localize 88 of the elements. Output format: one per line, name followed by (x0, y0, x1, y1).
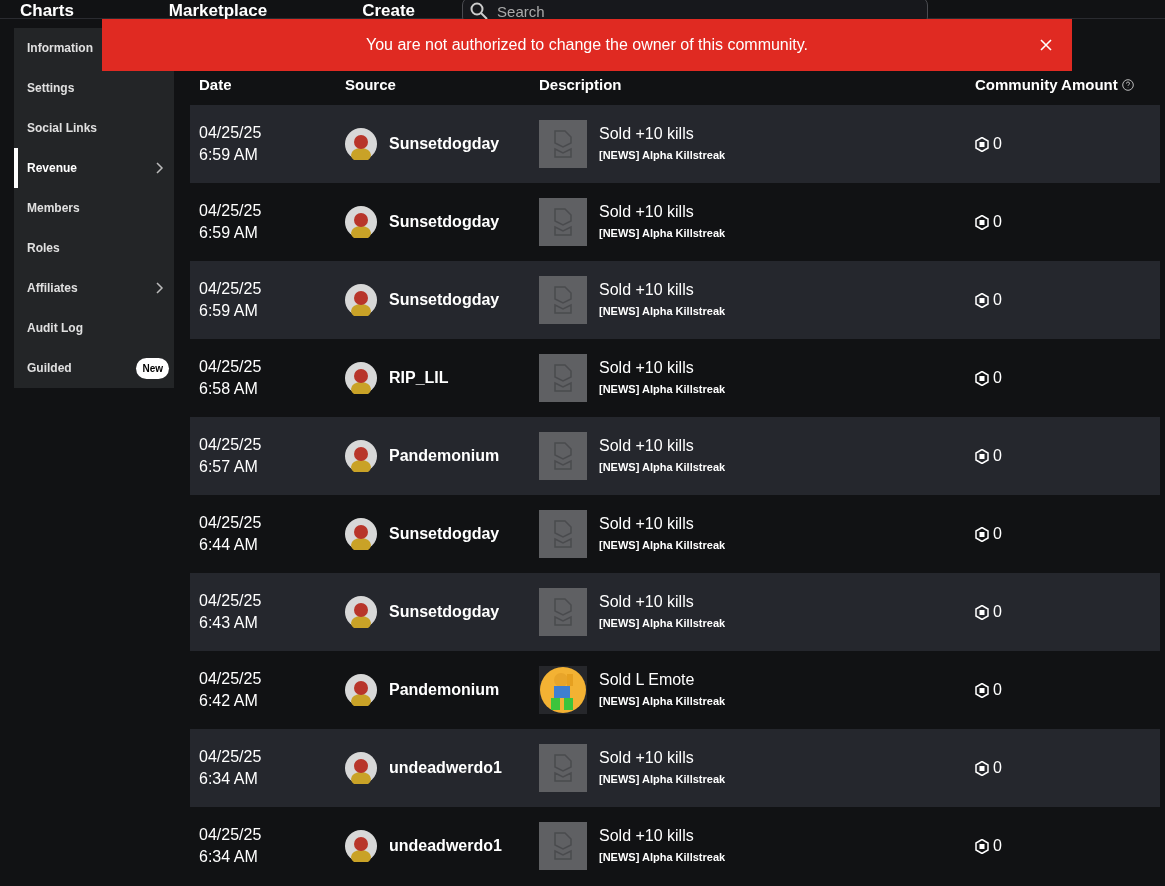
username-link[interactable]: RIP_LIL (389, 366, 449, 390)
amount-text: 0 (993, 212, 1002, 232)
amount-text: 0 (993, 524, 1002, 544)
robux-icon (975, 292, 989, 308)
sidebar-item[interactable]: Settings (14, 68, 174, 108)
item-title: Sold +10 kills (599, 748, 695, 768)
sidebar-item[interactable]: Social Links (14, 108, 174, 148)
username-link[interactable]: Pandemonium (389, 444, 500, 468)
time-text: 6:43 AM (199, 613, 259, 633)
nav-link[interactable]: Charts (20, 0, 74, 24)
new-badge: New (136, 357, 169, 379)
item-title: Sold L Emote (599, 670, 696, 690)
time-text: 6:34 AM (199, 769, 259, 789)
robux-icon (975, 760, 989, 776)
item-subtitle: [NEWS] Alpha Killstreak (599, 772, 726, 787)
date-text: 04/25/25 (199, 669, 263, 689)
robux-icon (975, 682, 989, 698)
time-text: 6:58 AM (199, 379, 259, 399)
time-text: 6:59 AM (199, 301, 259, 321)
item-title: Sold +10 kills (599, 514, 695, 534)
username-link[interactable]: undeadwerdo1 (389, 756, 502, 780)
robux-icon (975, 214, 989, 230)
item-title: Sold +10 kills (599, 592, 695, 612)
item-subtitle: [NEWS] Alpha Killstreak (599, 226, 726, 241)
date-text: 04/25/25 (199, 201, 263, 221)
sidebar-item[interactable]: Audit Log (14, 308, 174, 348)
username-link[interactable]: Sunsetdogday (389, 132, 500, 156)
item-subtitle: [NEWS] Alpha Killstreak (599, 382, 726, 397)
time-text: 6:44 AM (199, 535, 259, 555)
item-subtitle: [NEWS] Alpha Killstreak (599, 616, 726, 631)
item-title: Sold +10 kills (599, 202, 695, 222)
amount-text: 0 (993, 446, 1002, 466)
time-text: 6:59 AM (199, 145, 259, 165)
time-text: 6:34 AM (199, 847, 259, 867)
item-title: Sold +10 kills (599, 280, 695, 300)
robux-icon (975, 136, 989, 152)
date-text: 04/25/25 (199, 591, 263, 611)
column-header: Description (539, 74, 622, 95)
username-link[interactable]: Sunsetdogday (389, 210, 500, 234)
date-text: 04/25/25 (199, 123, 263, 143)
item-subtitle: [NEWS] Alpha Killstreak (599, 694, 726, 709)
date-text: 04/25/25 (199, 513, 263, 533)
username-link[interactable]: Pandemonium (389, 678, 500, 702)
help-icon (1121, 79, 1134, 91)
amount-text: 0 (993, 836, 1002, 856)
amount-text: 0 (993, 290, 1002, 310)
item-title: Sold +10 kills (599, 826, 695, 846)
item-subtitle: [NEWS] Alpha Killstreak (599, 538, 726, 553)
close-icon (1040, 39, 1052, 51)
error-message: You are not authorized to change the owner of this community. (365, 35, 808, 55)
robux-icon (975, 370, 989, 386)
item-subtitle: [NEWS] Alpha Killstreak (599, 460, 726, 475)
sidebar-item[interactable]: Affiliates (14, 268, 174, 308)
robux-icon (975, 448, 989, 464)
column-header: Date (199, 74, 232, 95)
username-link[interactable]: undeadwerdo1 (389, 834, 502, 858)
item-subtitle: [NEWS] Alpha Killstreak (599, 148, 726, 163)
column-header: Source (345, 74, 396, 95)
item-subtitle: [NEWS] Alpha Killstreak (599, 304, 726, 319)
amount-text: 0 (993, 368, 1002, 388)
date-text: 04/25/25 (199, 747, 263, 767)
robux-icon (975, 526, 989, 542)
date-text: 04/25/25 (199, 435, 263, 455)
sidebar-item[interactable]: Members (14, 188, 174, 228)
item-title: Sold +10 kills (599, 124, 695, 144)
item-subtitle: [NEWS] Alpha Killstreak (599, 850, 726, 865)
amount-text: 0 (993, 680, 1002, 700)
robux-icon (975, 838, 989, 854)
robux-icon (975, 604, 989, 620)
time-text: 6:57 AM (199, 457, 259, 477)
username-link[interactable]: Sunsetdogday (389, 600, 500, 624)
amount-text: 0 (993, 602, 1002, 622)
amount-text: 0 (993, 134, 1002, 154)
amount-text: 0 (993, 758, 1002, 778)
date-text: 04/25/25 (199, 825, 263, 845)
date-text: 04/25/25 (199, 357, 263, 377)
column-header: Community Amount (975, 74, 1118, 95)
date-text: 04/25/25 (199, 279, 263, 299)
sidebar-item[interactable]: Revenue (14, 148, 174, 188)
sidebar-item[interactable]: Guilded New (14, 348, 174, 388)
username-link[interactable]: Sunsetdogday (389, 522, 500, 546)
item-title: Sold +10 kills (599, 436, 695, 456)
username-link[interactable]: Sunsetdogday (389, 288, 500, 312)
sidebar-item[interactable]: Roles (14, 228, 174, 268)
item-title: Sold +10 kills (599, 358, 695, 378)
time-text: 6:42 AM (199, 691, 259, 711)
time-text: 6:59 AM (199, 223, 259, 243)
search-icon (470, 2, 489, 20)
